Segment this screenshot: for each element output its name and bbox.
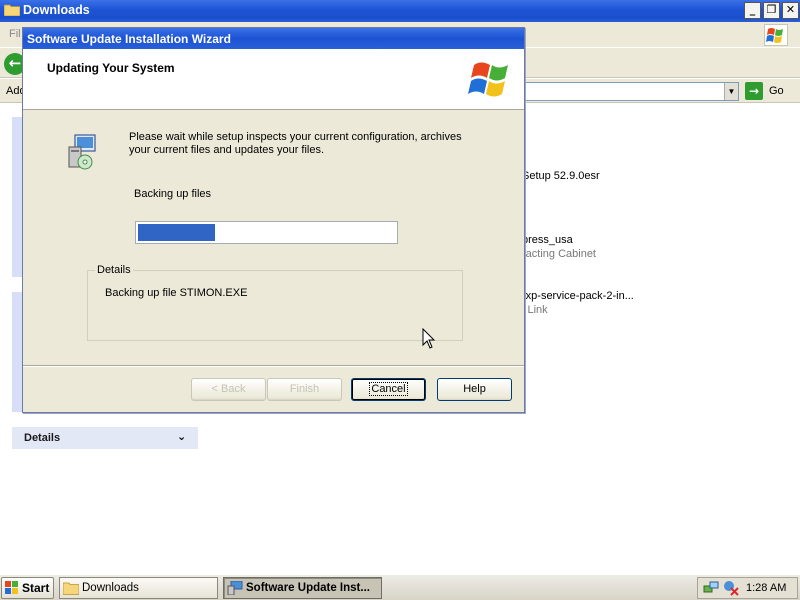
folder-icon: [4, 4, 20, 16]
file-item[interactable]: -xp-service-pack-2-in... l Link: [522, 290, 634, 316]
go-label: Go: [769, 85, 784, 97]
setup-computer-icon: [68, 134, 96, 170]
details-pane-header[interactable]: Details ⌄: [12, 427, 198, 449]
close-button[interactable]: ✕: [782, 2, 799, 19]
details-pane-label: Details: [24, 432, 61, 444]
go-button[interactable]: → Go: [745, 82, 795, 101]
back-button[interactable]: < Back: [191, 378, 266, 401]
address-dropdown-icon[interactable]: ▼: [724, 83, 738, 100]
cancel-label: Cancel: [369, 382, 408, 396]
explorer-title: Downloads: [23, 3, 90, 17]
details-groupbox: Details Backing up file STIMON.EXE: [87, 264, 463, 341]
start-button[interactable]: Start: [1, 577, 54, 599]
mouse-cursor-icon: [422, 328, 436, 349]
clock[interactable]: 1:28 AM: [746, 582, 786, 594]
file-type: l Link: [522, 304, 548, 316]
taskbar-item-downloads[interactable]: Downloads: [59, 577, 218, 599]
chevron-down-icon[interactable]: ⌄: [177, 430, 186, 443]
go-arrow-icon: →: [745, 82, 763, 100]
file-item[interactable]: press_usa racting Cabinet: [522, 234, 596, 260]
taskbar-item-label: Downloads: [82, 582, 139, 594]
wizard-separator: [23, 365, 524, 367]
start-label: Start: [22, 581, 50, 595]
taskbar-item-wizard[interactable]: Software Update Inst...: [223, 577, 382, 599]
menu-file[interactable]: Fil: [9, 28, 21, 40]
wizard-header: Updating Your System: [23, 49, 524, 110]
details-current-file: Backing up file STIMON.EXE: [105, 287, 248, 299]
windows-logo-icon: [468, 62, 508, 97]
help-button[interactable]: Help: [437, 378, 512, 401]
wizard-description: Please wait while setup inspects your cu…: [129, 131, 462, 156]
wizard-dialog: Software Update Installation Wizard Upda…: [22, 27, 525, 413]
taskbar-item-label: Software Update Inst...: [246, 582, 370, 594]
folder-icon: [63, 582, 79, 595]
network-icon[interactable]: [703, 580, 719, 596]
wizard-title: Software Update Installation Wizard: [27, 32, 231, 46]
windows-logo-icon: [764, 24, 788, 46]
file-name: Setup 52.9.0esr: [522, 170, 600, 182]
windows-logo-icon: [5, 581, 18, 594]
file-name: -xp-service-pack-2-in...: [522, 290, 634, 302]
explorer-titlebar[interactable]: Downloads _ ❐ ✕: [0, 0, 800, 22]
wizard-titlebar[interactable]: Software Update Installation Wizard: [23, 28, 524, 49]
progress-status: Backing up files: [134, 188, 212, 200]
wizard-step-title: Updating Your System: [47, 61, 175, 75]
progress-bar-fill: [138, 224, 215, 241]
progress-bar: [135, 221, 398, 244]
taskbar: Start Downloads Software Update Inst... …: [0, 574, 800, 600]
setup-icon: [227, 581, 243, 595]
finish-button[interactable]: Finish: [267, 378, 342, 401]
maximize-button[interactable]: ❐: [763, 2, 780, 19]
file-name: press_usa: [522, 234, 573, 246]
system-tray: 1:28 AM: [697, 577, 798, 599]
cancel-button[interactable]: Cancel: [351, 378, 426, 401]
file-item[interactable]: Setup 52.9.0esr: [522, 170, 600, 182]
security-alert-icon[interactable]: [723, 580, 739, 596]
address-input[interactable]: [520, 82, 739, 101]
details-legend: Details: [95, 264, 133, 276]
minimize-button[interactable]: _: [744, 2, 761, 19]
file-type: racting Cabinet: [522, 248, 596, 260]
